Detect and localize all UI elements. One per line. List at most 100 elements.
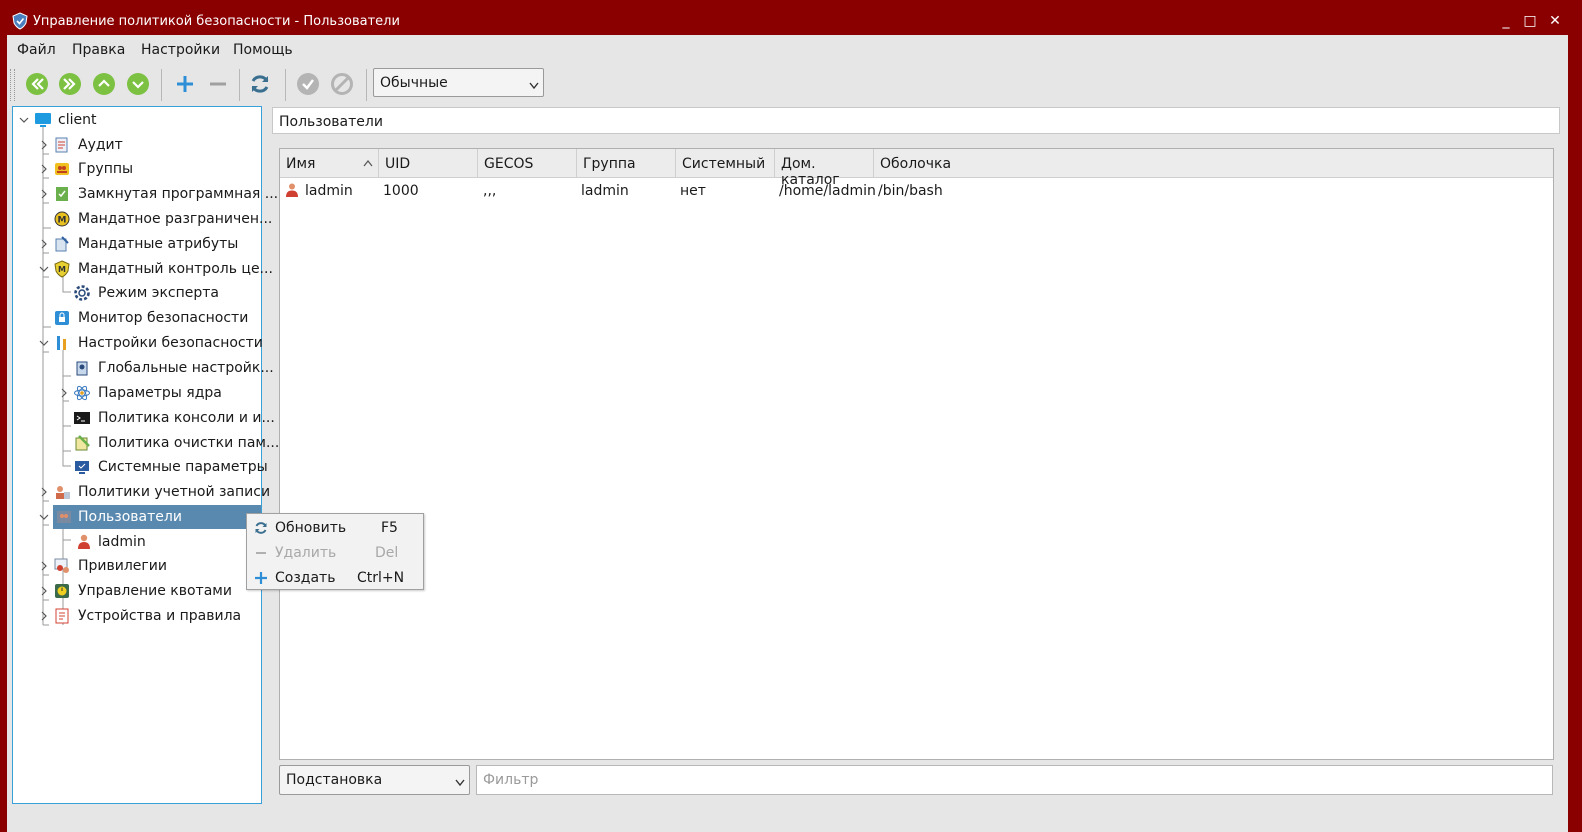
- chevron-right-icon[interactable]: [39, 139, 49, 150]
- minimize-button[interactable]: _: [1497, 12, 1515, 30]
- tree-item-quotas[interactable]: Управление квотами: [13, 579, 261, 603]
- attributes-icon: [53, 235, 71, 253]
- column-header-gecos[interactable]: GECOS: [478, 149, 577, 177]
- context-menu-refresh[interactable]: Обновить F5: [247, 515, 423, 540]
- tree-item-label: Группы: [78, 161, 134, 177]
- tree-item-privileges[interactable]: Привилегии: [13, 554, 261, 578]
- title-bar: Управление политикой безопасности - Поль…: [7, 8, 1568, 35]
- refresh-icon[interactable]: [246, 70, 274, 98]
- toolbar: Обычные: [7, 65, 1568, 103]
- groups-icon: [53, 160, 71, 178]
- add-icon[interactable]: [171, 70, 199, 98]
- tree-item-security-monitor[interactable]: Монитор безопасности: [13, 306, 261, 330]
- remove-icon: [253, 545, 269, 561]
- system-params-icon: [73, 458, 91, 476]
- chevron-right-icon[interactable]: [39, 486, 49, 497]
- chevron-down-icon[interactable]: [39, 263, 49, 273]
- search-mode-select[interactable]: Подстановка: [279, 765, 470, 795]
- filter-input[interactable]: [477, 766, 1552, 794]
- users-icon: [55, 508, 73, 526]
- first-icon[interactable]: [23, 70, 51, 98]
- atom-icon: [73, 384, 91, 402]
- main-window: Управление политикой безопасности - Поль…: [7, 8, 1568, 832]
- tree-item-console-policy[interactable]: Политика консоли и и...: [13, 406, 275, 430]
- down-icon[interactable]: [124, 70, 152, 98]
- table-header: Имя UID GECOS Группа Системный Дом. ката…: [280, 149, 1553, 188]
- tree-item-users[interactable]: Пользователи: [13, 505, 261, 529]
- menu-edit[interactable]: Правка: [72, 42, 125, 58]
- tree-item-label: Политика консоли и и...: [98, 410, 275, 426]
- mode-select-value: Обычные: [380, 75, 448, 91]
- filter-field[interactable]: [476, 765, 1553, 795]
- toolbar-grip: [10, 69, 15, 101]
- column-header-group[interactable]: Группа: [577, 149, 676, 177]
- quota-icon: [53, 582, 71, 600]
- tree-item-ladmin[interactable]: ladmin: [13, 530, 261, 554]
- tree-item-memory-clean[interactable]: Политика очистки пам...: [13, 431, 279, 455]
- column-header-system[interactable]: Системный: [676, 149, 775, 177]
- maximize-button[interactable]: □: [1521, 12, 1539, 30]
- privileges-icon: [53, 557, 71, 575]
- toolbar-separator: [366, 69, 367, 101]
- tree-item-devices[interactable]: Устройства и правила: [13, 604, 261, 628]
- tree-item-system-params[interactable]: Системные параметры: [13, 455, 268, 479]
- column-header-home[interactable]: Дом. каталог: [775, 149, 874, 188]
- tree-item-label: Параметры ядра: [98, 385, 222, 401]
- chevron-right-icon[interactable]: [39, 163, 49, 174]
- mode-select[interactable]: Обычные: [373, 68, 544, 97]
- tree-item-mandatory-attributes[interactable]: Мандатные атрибуты: [13, 232, 261, 256]
- chevron-right-icon[interactable]: [39, 610, 49, 621]
- chevron-down-icon: [455, 775, 465, 787]
- column-header-shell[interactable]: Оболочка: [874, 149, 1553, 177]
- tree-item-label: Пользователи: [78, 509, 182, 525]
- tree-item-label: Мандатный контроль це...: [78, 261, 273, 277]
- tree-item-account-policy[interactable]: Политики учетной записи: [13, 480, 270, 504]
- tree-item-expert-mode[interactable]: Режим эксперта: [13, 281, 261, 305]
- remove-icon: [204, 70, 232, 98]
- tree-item-security-settings[interactable]: Настройки безопасности: [13, 331, 263, 355]
- last-icon[interactable]: [56, 70, 84, 98]
- cell-group: ladmin: [581, 183, 629, 199]
- mandatory-access-icon: M: [53, 210, 71, 228]
- cancel-icon: [328, 70, 356, 98]
- tree-item-groups[interactable]: Группы: [13, 157, 261, 181]
- navigation-tree: client Аудит Группы Замкнутая программна…: [12, 106, 279, 804]
- search-mode-value: Подстановка: [286, 772, 383, 788]
- svg-text:M: M: [58, 265, 66, 274]
- chevron-right-icon[interactable]: [39, 585, 49, 596]
- tree-item-kernel-params[interactable]: Параметры ядра: [13, 381, 261, 405]
- add-icon: [253, 570, 269, 586]
- context-menu-create[interactable]: Создать Ctrl+N: [247, 565, 423, 590]
- tree-item-client[interactable]: client: [13, 108, 261, 132]
- chevron-right-icon[interactable]: [59, 387, 69, 398]
- chevron-down-icon: [529, 78, 539, 90]
- close-button[interactable]: ✕: [1546, 12, 1564, 30]
- chevron-down-icon[interactable]: [19, 114, 29, 124]
- chevron-down-icon[interactable]: [39, 511, 49, 521]
- tree-item-label: ladmin: [98, 534, 146, 550]
- menu-file[interactable]: Файл: [17, 42, 56, 58]
- chevron-right-icon[interactable]: [39, 238, 49, 249]
- tree-item-global-settings[interactable]: Глобальные настройк...: [13, 356, 274, 380]
- tree-item-integrity-control[interactable]: M Мандатный контроль це...: [13, 257, 273, 281]
- svg-text:M: M: [58, 216, 67, 226]
- devices-icon: [53, 607, 71, 625]
- chevron-right-icon[interactable]: [39, 188, 49, 199]
- tree-item-closed-software[interactable]: Замкнутая программная ...: [13, 182, 278, 206]
- chevron-down-icon[interactable]: [39, 337, 49, 347]
- menu-settings[interactable]: Настройки: [141, 42, 220, 58]
- tree-item-audit[interactable]: Аудит: [13, 133, 261, 157]
- account-policy-icon: [53, 483, 71, 501]
- users-table[interactable]: Имя UID GECOS Группа Системный Дом. ката…: [279, 148, 1554, 760]
- global-settings-icon: [73, 359, 91, 377]
- tree-item-mandatory-access[interactable]: M Мандатное разграничен...: [13, 207, 272, 231]
- column-header-uid[interactable]: UID: [379, 149, 478, 177]
- up-icon[interactable]: [90, 70, 118, 98]
- sort-ascending-icon: [363, 160, 373, 167]
- chevron-right-icon[interactable]: [39, 560, 49, 571]
- column-header-name[interactable]: Имя: [280, 149, 379, 177]
- menu-help[interactable]: Помощь: [233, 42, 293, 58]
- tree-item-label: Политика очистки пам...: [98, 435, 280, 451]
- tree-item-label: Мандатные атрибуты: [78, 236, 239, 252]
- tree-item-label: Режим эксперта: [98, 285, 220, 301]
